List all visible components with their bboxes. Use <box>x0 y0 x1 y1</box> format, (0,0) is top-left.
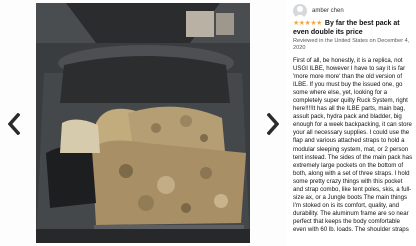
car-trunk-image <box>36 3 250 243</box>
review-body: First of all, be honestly, it is a repli… <box>293 57 413 233</box>
chevron-right-icon <box>267 113 279 135</box>
avatar <box>293 4 307 18</box>
chevron-left-icon <box>8 113 20 135</box>
next-image-button[interactable] <box>263 110 283 138</box>
previous-image-button[interactable] <box>4 110 24 138</box>
review-date: Reviewed in the United States on Decembe… <box>293 38 410 51</box>
user-icon <box>294 6 306 18</box>
star-rating: ★★★★★ <box>293 20 322 27</box>
photo-viewer <box>0 0 287 246</box>
reviewer-name[interactable]: amber chen <box>312 8 344 14</box>
review-panel: amber chen ★★★★★ By far the best pack at … <box>291 0 416 246</box>
customer-photo <box>36 3 250 243</box>
reviewer: amber chen <box>293 4 344 18</box>
review-title-row: ★★★★★ By far the best pack at even double… <box>293 19 414 37</box>
